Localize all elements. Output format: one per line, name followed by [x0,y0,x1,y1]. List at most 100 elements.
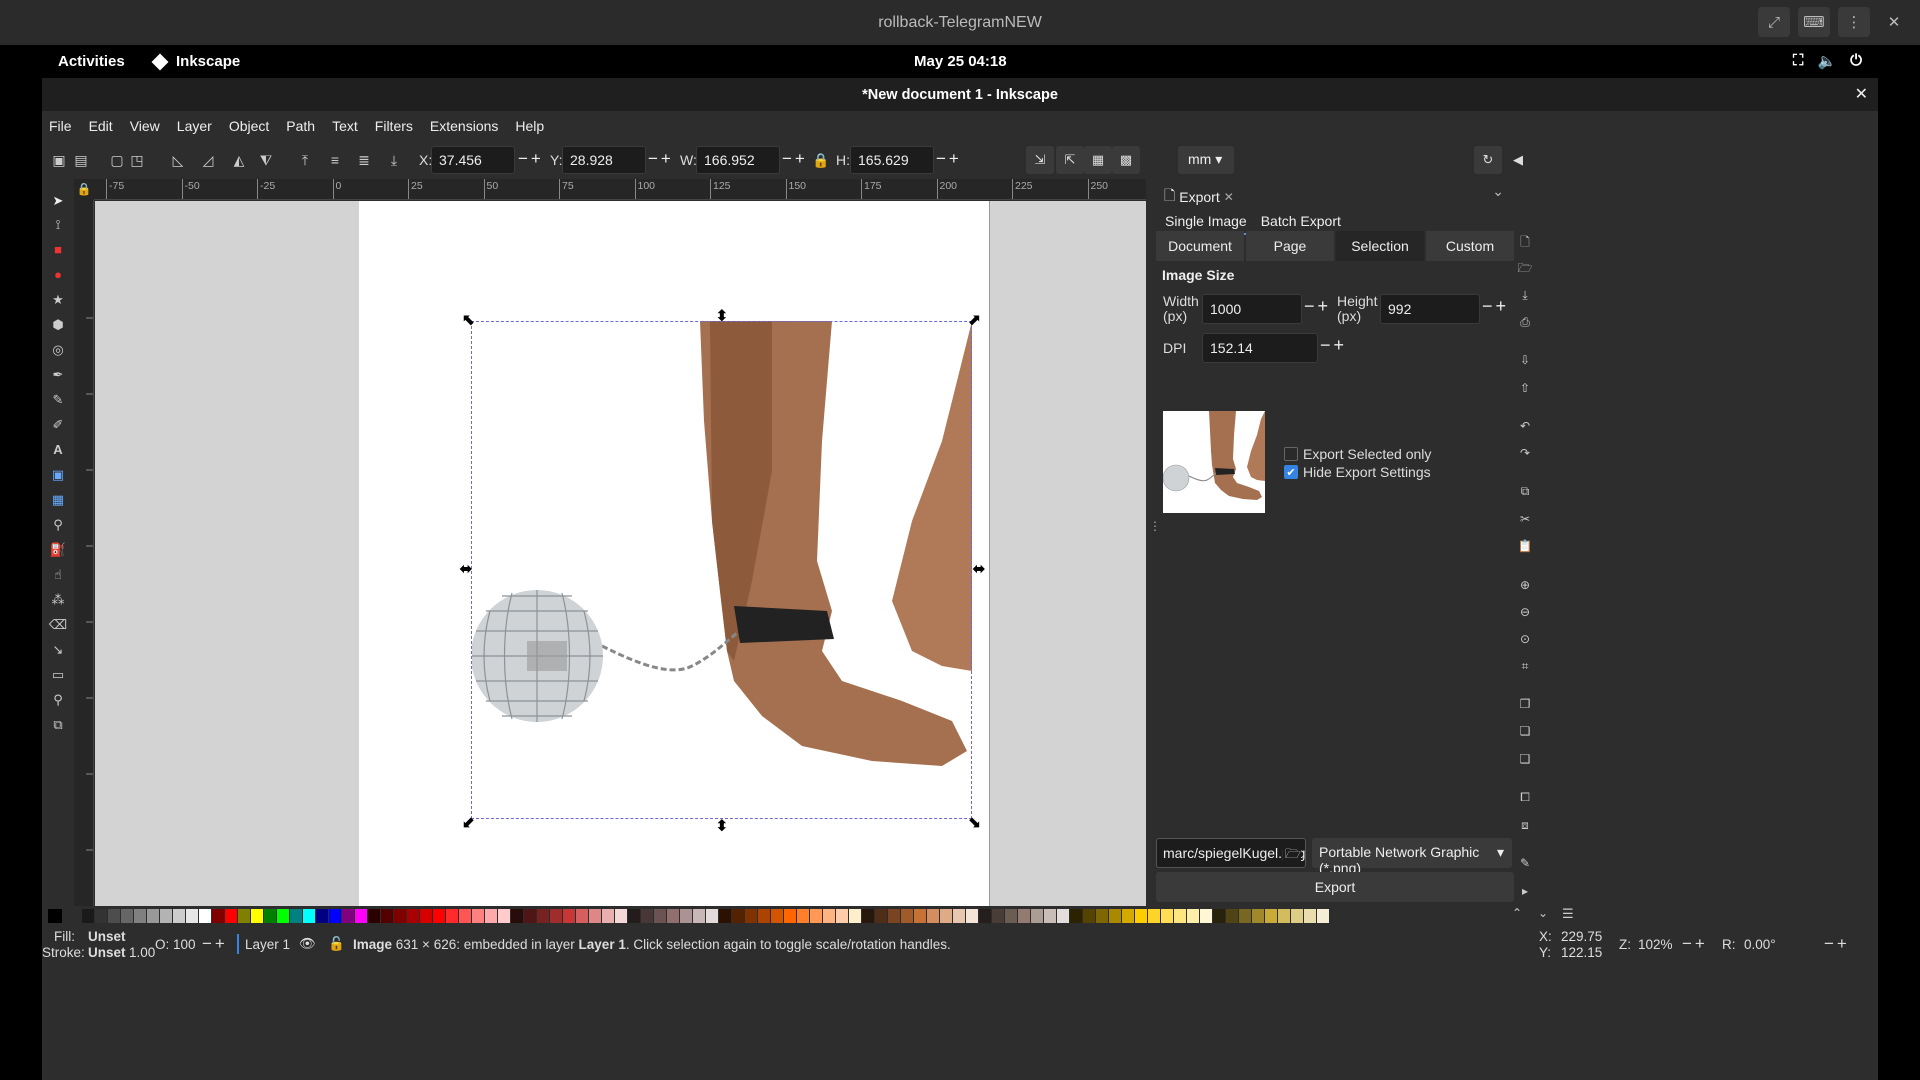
area-custom-button[interactable]: Custom [1426,231,1514,261]
rotation-stepper[interactable]: −+ [1824,934,1850,954]
flip-vertical-icon[interactable]: ⧨ [257,151,275,169]
zoom-tool-icon[interactable]: ⚲ [48,690,68,710]
palette-swatch[interactable] [940,909,952,923]
raise-icon[interactable]: ≡ [326,151,344,169]
menu-object[interactable]: Object [229,118,269,134]
palette-swatch[interactable] [1109,909,1121,923]
palette-swatch[interactable] [82,909,94,923]
lower-to-bottom-icon[interactable]: ⤓ [385,151,403,169]
resize-handle-n[interactable]: ⬍ [714,309,730,325]
palette-swatch[interactable] [1291,909,1303,923]
connector-tool-icon[interactable]: ↘ [48,640,68,660]
menu-path[interactable]: Path [286,118,315,134]
palette-swatch[interactable] [186,909,198,923]
keyboard-icon[interactable]: ⌨ [1798,7,1830,37]
palette-swatch[interactable] [355,909,367,923]
calligraphy-tool-icon[interactable]: ✐ [48,415,68,435]
mesh-tool-icon[interactable]: ▦ [48,490,68,510]
palette-swatch[interactable] [810,909,822,923]
raise-to-top-icon[interactable]: ⤒ [296,151,314,169]
folder-icon[interactable]: 🗁 [1282,845,1301,867]
height-field[interactable]: 992 [1380,294,1480,324]
palette-swatch[interactable] [1083,909,1095,923]
palette-swatch[interactable] [1304,909,1316,923]
h-field[interactable]: 165.629 [850,146,934,174]
palette-swatch[interactable] [680,909,692,923]
palette-swatch[interactable] [1122,909,1134,923]
palette-swatch[interactable] [576,909,588,923]
layer-visibility-icon[interactable]: 👁 [299,936,316,952]
palette-swatch[interactable] [563,909,575,923]
open-icon[interactable]: 🗁 [1514,259,1536,277]
filename-field[interactable]: marc/spiegelKugel.png 🗁 [1156,838,1306,868]
palette-swatch[interactable] [719,909,731,923]
xml-editor-icon[interactable]: ✎ [1514,854,1536,872]
y-stepper[interactable]: −+ [648,149,674,169]
palette-swatch[interactable] [602,909,614,923]
tweak-tool-icon[interactable]: ☝ [48,565,68,585]
palette-swatch[interactable] [797,909,809,923]
palette-swatch[interactable] [290,909,302,923]
palette-swatch[interactable] [927,909,939,923]
current-layer[interactable]: Layer 1 [245,937,290,952]
activities-button[interactable]: Activities [58,53,125,70]
deselect-icon[interactable]: ▢ [108,151,126,169]
import-icon[interactable]: ⇩ [1514,351,1536,369]
palette-swatch[interactable] [862,909,874,923]
resize-handle-e[interactable]: ⬌ [971,562,987,578]
vertical-ruler[interactable] [74,200,94,906]
paste-icon[interactable]: 📋 [1514,537,1536,555]
3d-box-tool-icon[interactable]: ⬢ [48,315,68,335]
palette-scroll-down-icon[interactable]: ⌄ [1538,906,1548,920]
palette-swatch[interactable] [992,909,1004,923]
palette-swatch[interactable] [836,909,848,923]
palette-swatch[interactable] [342,909,354,923]
palette-swatch[interactable] [693,909,705,923]
palette-swatch[interactable] [823,909,835,923]
palette-swatch[interactable] [173,909,185,923]
fullscreen-icon[interactable]: ⤢ [1758,7,1790,37]
dpi-field[interactable]: 152.14 [1202,333,1318,363]
palette-swatch[interactable] [225,909,237,923]
more-options-icon[interactable]: ⋮ [1838,7,1870,37]
height-stepper[interactable]: −+ [1482,296,1509,317]
palette-swatch[interactable] [641,909,653,923]
resize-handle-nw[interactable]: ⬉ [461,313,477,329]
lock-ratio-icon[interactable]: 🔒 [812,151,830,169]
palette-swatch[interactable] [303,909,315,923]
unlink-clone-icon[interactable]: ❑ [1514,750,1536,768]
resize-handle-se[interactable]: ⬊ [966,815,982,831]
palette-swatch[interactable] [953,909,965,923]
zoom-selection-icon[interactable]: ⊕ [1514,576,1536,594]
palette-swatch[interactable] [615,909,627,923]
menu-help[interactable]: Help [515,118,544,134]
export-tab[interactable]: 🗋 Export ✕ [1164,185,1234,209]
menu-text[interactable]: Text [332,118,358,134]
palette-swatch[interactable] [251,909,263,923]
spray-tool-icon[interactable]: ⁂ [48,590,68,610]
y-field[interactable]: 28.928 [562,146,646,174]
new-document-icon[interactable]: 🗋 [1514,233,1536,251]
snap-toggle-icon[interactable]: ↻ [1474,146,1502,174]
palette-swatch[interactable] [420,909,432,923]
palette-swatch[interactable] [1239,909,1251,923]
export-button[interactable]: Export [1156,872,1514,902]
cut-icon[interactable]: ✂ [1514,510,1536,528]
dpi-stepper[interactable]: −+ [1320,335,1347,356]
print-icon[interactable]: ⎙ [1514,313,1536,331]
menu-file[interactable]: File [49,118,72,134]
palette-swatch[interactable] [1200,909,1212,923]
palette-swatch[interactable] [849,909,861,923]
gradient-tool-icon[interactable]: ▣ [48,465,68,485]
canvas[interactable]: ⬉ ⬍ ⬈ ⬌ ⬌ ⬋ ⬍ ⬊ [95,201,1146,906]
paint-bucket-tool-icon[interactable]: ⛽ [48,540,68,560]
node-tool-icon[interactable]: ⟟ [48,215,68,235]
text-tool-icon[interactable]: A [48,440,68,460]
menu-extensions[interactable]: Extensions [430,118,498,134]
palette-swatch[interactable] [1148,909,1160,923]
palette-swatch[interactable] [979,909,991,923]
palette-swatch[interactable] [121,909,133,923]
select-same-icon[interactable]: ◳ [128,151,146,169]
snap-menu-icon[interactable]: ◀ [1504,146,1532,174]
palette-swatch[interactable] [771,909,783,923]
